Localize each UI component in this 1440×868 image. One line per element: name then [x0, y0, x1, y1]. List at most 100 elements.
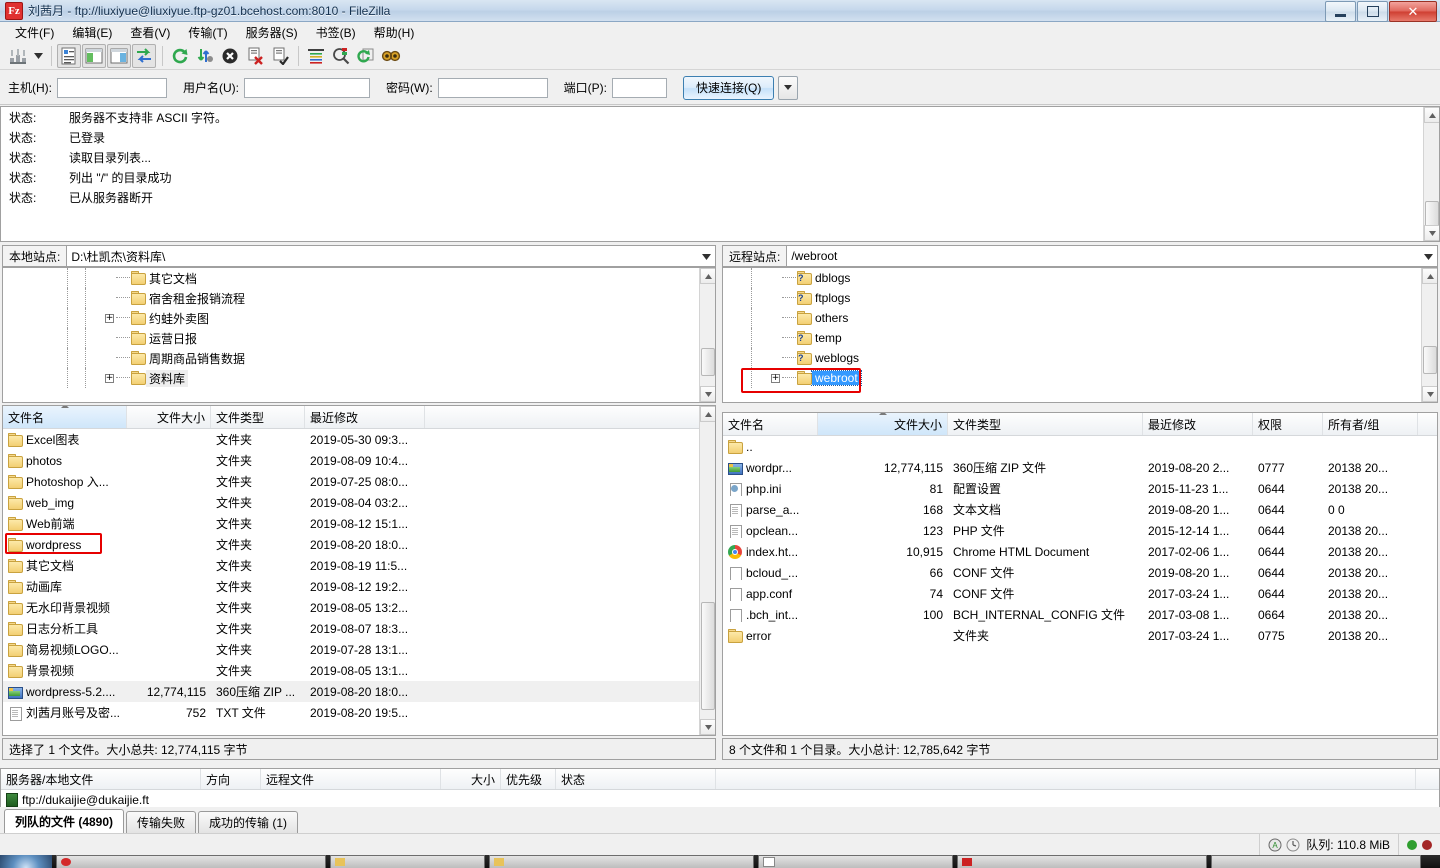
- tree-item[interactable]: ?weblogs: [723, 348, 1437, 368]
- table-row[interactable]: parse_a...168文本文档2019-08-20 1...06440 0: [723, 499, 1437, 520]
- close-button[interactable]: ✕: [1389, 1, 1437, 22]
- tree-item[interactable]: ?ftplogs: [723, 288, 1437, 308]
- column-header[interactable]: 文件名: [3, 406, 127, 428]
- remote-path-combo[interactable]: /webroot: [787, 245, 1438, 267]
- tab-queued-files[interactable]: 列队的文件 (4890): [4, 809, 124, 833]
- compare-directories-button[interactable]: [329, 44, 353, 68]
- tab-successful-transfers[interactable]: 成功的传输 (1): [198, 811, 298, 833]
- scroll-thumb[interactable]: [701, 348, 715, 376]
- table-row[interactable]: 刘茜月账号及密...752TXT 文件2019-08-20 19:5...: [3, 702, 715, 723]
- table-row[interactable]: opclean...123PHP 文件2015-12-14 1...064420…: [723, 520, 1437, 541]
- column-header[interactable]: 文件名: [723, 413, 818, 435]
- tree-item[interactable]: 其它文档: [3, 268, 715, 288]
- table-row[interactable]: 无水印背景视频文件夹2019-08-05 13:2...: [3, 597, 715, 618]
- table-row[interactable]: error文件夹2017-03-24 1...077520138 20...: [723, 625, 1437, 646]
- port-input[interactable]: [612, 78, 667, 98]
- tree-item[interactable]: 宿舍租金报销流程: [3, 288, 715, 308]
- menu-server[interactable]: 服务器(S): [237, 22, 307, 43]
- menu-view[interactable]: 查看(V): [121, 22, 179, 43]
- table-row[interactable]: Photoshop 入...文件夹2019-07-25 08:0...: [3, 471, 715, 492]
- queue-column-header[interactable]: 远程文件: [261, 769, 441, 789]
- maximize-button[interactable]: [1357, 1, 1388, 22]
- table-row[interactable]: index.ht...10,915Chrome HTML Document201…: [723, 541, 1437, 562]
- scroll-up-arrow[interactable]: [1424, 107, 1440, 123]
- scroll-down-arrow[interactable]: [700, 386, 716, 402]
- menu-file[interactable]: 文件(F): [6, 22, 63, 43]
- queue-column-header[interactable]: 方向: [201, 769, 261, 789]
- taskbar-item[interactable]: [489, 855, 754, 868]
- host-input[interactable]: [57, 78, 167, 98]
- table-row[interactable]: wordpress-5.2....12,774,115360压缩 ZIP ...…: [3, 681, 715, 702]
- reconnect-button[interactable]: [268, 44, 292, 68]
- column-header[interactable]: 文件类型: [211, 406, 305, 428]
- username-input[interactable]: [244, 78, 370, 98]
- table-row[interactable]: wordpr...12,774,115360压缩 ZIP 文件2019-08-2…: [723, 457, 1437, 478]
- table-row[interactable]: Web前端文件夹2019-08-12 15:1...: [3, 513, 715, 534]
- start-button[interactable]: [0, 855, 52, 868]
- tree-item[interactable]: +资料库: [3, 368, 715, 388]
- plus-icon[interactable]: +: [105, 314, 114, 323]
- tree-item[interactable]: 运营日报: [3, 328, 715, 348]
- password-input[interactable]: [438, 78, 548, 98]
- message-log-scrollbar[interactable]: [1423, 107, 1439, 241]
- filter-button[interactable]: [304, 44, 328, 68]
- scroll-up-arrow[interactable]: [700, 406, 716, 422]
- queue-column-header[interactable]: [716, 769, 1416, 789]
- cancel-button[interactable]: [218, 44, 242, 68]
- table-row[interactable]: wordpress文件夹2019-08-20 18:0...: [3, 534, 715, 555]
- tree-item[interactable]: +约蛙外卖图: [3, 308, 715, 328]
- table-row[interactable]: bcloud_...66CONF 文件2019-08-20 1...064420…: [723, 562, 1437, 583]
- site-manager-dropdown[interactable]: [31, 44, 45, 68]
- toggle-transfer-queue-button[interactable]: [132, 44, 156, 68]
- taskbar-item[interactable]: [758, 855, 953, 868]
- local-tree-scrollbar[interactable]: [699, 268, 715, 402]
- plus-icon[interactable]: +: [771, 374, 780, 383]
- column-header[interactable]: 文件大小: [127, 406, 211, 428]
- disconnect-button[interactable]: [243, 44, 267, 68]
- toggle-message-log-button[interactable]: [57, 44, 81, 68]
- menu-help[interactable]: 帮助(H): [365, 22, 424, 43]
- site-manager-button[interactable]: [6, 44, 30, 68]
- scroll-down-arrow[interactable]: [1422, 386, 1438, 402]
- scroll-thumb[interactable]: [1423, 346, 1437, 374]
- table-row[interactable]: .bch_int...100BCH_INTERNAL_CONFIG 文件2017…: [723, 604, 1437, 625]
- toggle-local-tree-button[interactable]: [82, 44, 106, 68]
- scroll-thumb[interactable]: [701, 602, 715, 710]
- tab-failed-transfers[interactable]: 传输失败: [126, 811, 196, 833]
- taskbar-item[interactable]: [330, 855, 485, 868]
- speed-limit-icon[interactable]: A: [1268, 838, 1282, 852]
- remote-tree-scrollbar[interactable]: [1421, 268, 1437, 402]
- tree-item[interactable]: 周期商品销售数据: [3, 348, 715, 368]
- queue-column-header[interactable]: 状态: [556, 769, 716, 789]
- table-row[interactable]: 简易视频LOGO...文件夹2019-07-28 13:1...: [3, 639, 715, 660]
- local-list-scrollbar[interactable]: [699, 406, 715, 735]
- local-directory-tree[interactable]: 其它文档宿舍租金报销流程+约蛙外卖图运营日报周期商品销售数据+资料库: [2, 267, 716, 403]
- menu-bookmarks[interactable]: 书签(B): [307, 22, 365, 43]
- quickconnect-history-dropdown[interactable]: [778, 76, 798, 100]
- synchronized-browsing-button[interactable]: [354, 44, 378, 68]
- table-row[interactable]: 背景视频文件夹2019-08-05 13:1...: [3, 660, 715, 681]
- scroll-up-arrow[interactable]: [700, 268, 716, 284]
- refresh-button[interactable]: [168, 44, 192, 68]
- scroll-up-arrow[interactable]: [1422, 268, 1438, 284]
- tree-expander-icon[interactable]: +: [769, 374, 782, 383]
- table-row[interactable]: 动画库文件夹2019-08-12 19:2...: [3, 576, 715, 597]
- taskbar-item[interactable]: [957, 855, 1207, 868]
- column-header[interactable]: 权限: [1253, 413, 1323, 435]
- remote-directory-tree[interactable]: ?dblogs?ftplogsothers?temp?weblogs+webro…: [722, 267, 1438, 403]
- plus-icon[interactable]: +: [105, 374, 114, 383]
- quickconnect-button[interactable]: 快速连接(Q): [683, 76, 774, 100]
- menu-edit[interactable]: 编辑(E): [63, 22, 121, 43]
- tree-item[interactable]: others: [723, 308, 1437, 328]
- queue-column-header[interactable]: 优先级: [501, 769, 556, 789]
- table-row[interactable]: photos文件夹2019-08-09 10:4...: [3, 450, 715, 471]
- timer-icon[interactable]: [1286, 838, 1300, 852]
- menu-transfer[interactable]: 传输(T): [179, 22, 236, 43]
- tree-item[interactable]: +webroot: [723, 368, 1437, 388]
- table-row[interactable]: web_img文件夹2019-08-04 03:2...: [3, 492, 715, 513]
- column-header[interactable]: 最近修改: [1143, 413, 1253, 435]
- local-file-list[interactable]: 文件名文件大小文件类型最近修改 Excel图表文件夹2019-05-30 09:…: [2, 405, 716, 736]
- local-path-combo[interactable]: D:\杜凯杰\资料库\: [67, 245, 716, 267]
- table-row[interactable]: Excel图表文件夹2019-05-30 09:3...: [3, 429, 715, 450]
- column-header[interactable]: 文件大小: [818, 413, 948, 435]
